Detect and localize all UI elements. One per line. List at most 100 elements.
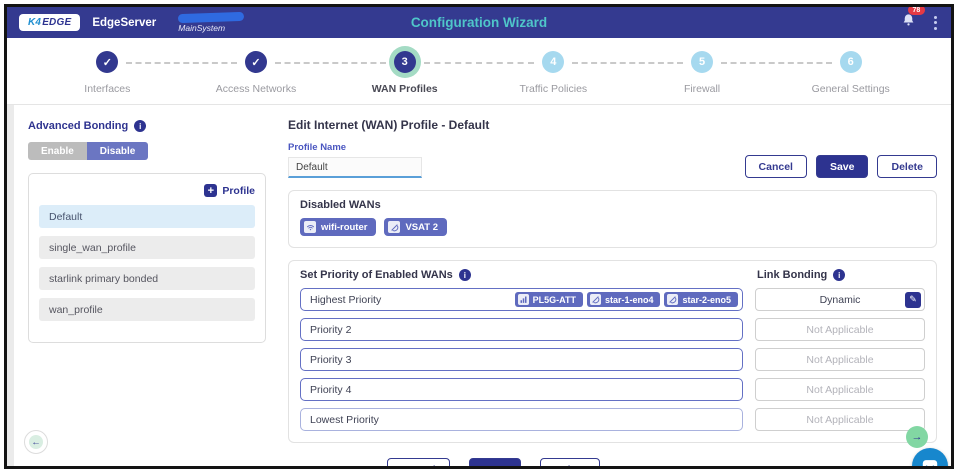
- priority-row-lowest: Lowest Priority Not Applicable: [300, 408, 925, 431]
- step-circle[interactable]: 4: [542, 51, 564, 73]
- bottom-action-buttons: Cancel Save Delete: [288, 458, 937, 469]
- priority-slot-highest[interactable]: Highest Priority PL5G-ATT: [300, 288, 743, 311]
- app-header: K4 EDGE EdgeServer MainSystem Configurat…: [7, 7, 951, 38]
- chip-label: VSAT 2: [405, 222, 438, 233]
- next-step-button[interactable]: →: [906, 426, 928, 448]
- profile-list-card: + Profile Default single_wan_profile sta…: [28, 173, 266, 343]
- profile-item-default[interactable]: Default: [39, 205, 255, 228]
- top-action-buttons: Cancel Save Delete: [745, 155, 937, 178]
- user-block[interactable]: MainSystem: [178, 13, 244, 33]
- chat-bubble-icon: [921, 457, 939, 469]
- step-firewall[interactable]: 5 Firewall: [628, 51, 777, 95]
- enable-button[interactable]: Enable: [28, 142, 87, 160]
- step-circle[interactable]: 6: [840, 51, 862, 73]
- step-circle[interactable]: 5: [691, 51, 713, 73]
- priority-row-3: Priority 3 Not Applicable: [300, 348, 925, 371]
- priority-row-label: Priority 4: [310, 384, 351, 396]
- bonding-value: Not Applicable: [806, 324, 873, 336]
- notification-badge: 78: [908, 5, 925, 15]
- product-name: EdgeServer: [92, 17, 156, 29]
- delete-button[interactable]: Delete: [877, 155, 937, 178]
- profiles-sidebar: Advanced Bonding i Enable Disable + Prof…: [14, 105, 276, 469]
- bonding-value: Not Applicable: [806, 384, 873, 396]
- priority-slot-3[interactable]: Priority 3: [300, 348, 743, 371]
- step-label: WAN Profiles: [372, 83, 438, 95]
- kebab-menu-icon[interactable]: [932, 14, 939, 32]
- link-bonding-value-2: Not Applicable: [755, 318, 925, 341]
- add-profile-button[interactable]: + Profile: [39, 184, 255, 197]
- step-label: General Settings: [812, 83, 890, 95]
- bonding-value: Dynamic: [820, 294, 861, 306]
- priority-row-4: Priority 4 Not Applicable: [300, 378, 925, 401]
- wan-chip-vsat-2[interactable]: VSAT 2: [384, 218, 447, 236]
- chip-label: star-1-eno4: [605, 295, 654, 305]
- satellite-dish-icon: [388, 221, 400, 233]
- priority-slot-2[interactable]: Priority 2: [300, 318, 743, 341]
- disabled-wans-box: Disabled WANs wifi-router VSAT 2: [288, 190, 937, 248]
- step-circle[interactable]: ✓: [245, 51, 267, 73]
- cell-tower-icon: [518, 294, 529, 305]
- priority-row-label: Priority 3: [310, 354, 351, 366]
- brand-logo-k4: K4: [28, 17, 41, 28]
- step-label: Traffic Policies: [520, 83, 588, 95]
- wan-chip-wifi-router[interactable]: wifi-router: [300, 218, 376, 236]
- info-icon[interactable]: i: [134, 120, 146, 132]
- arrow-left-icon: ←: [31, 437, 41, 448]
- advanced-bonding-toggle: Enable Disable: [28, 142, 148, 160]
- header-actions: 78: [901, 12, 939, 33]
- wan-chip-star-1-eno4[interactable]: star-1-eno4: [587, 292, 661, 307]
- profile-item-wan-profile[interactable]: wan_profile: [39, 298, 255, 321]
- step-interfaces[interactable]: ✓ Interfaces: [33, 51, 182, 95]
- arrow-right-icon: →: [912, 431, 923, 443]
- step-label: Interfaces: [84, 83, 130, 95]
- disable-button[interactable]: Disable: [87, 142, 149, 160]
- chip-label: PL5G-ATT: [533, 295, 576, 305]
- profile-item-single-wan[interactable]: single_wan_profile: [39, 236, 255, 259]
- profile-name-label: Profile Name: [288, 142, 937, 153]
- bonding-value: Not Applicable: [806, 414, 873, 426]
- step-circle[interactable]: 3: [394, 51, 416, 73]
- left-scroll-strip: [7, 105, 14, 469]
- priority-slot-4[interactable]: Priority 4: [300, 378, 743, 401]
- step-general-settings[interactable]: 6 General Settings: [776, 51, 925, 95]
- satellite-dish-icon: [667, 294, 678, 305]
- wifi-icon: [304, 221, 316, 233]
- edit-bonding-button[interactable]: ✎: [905, 292, 921, 308]
- step-label: Firewall: [684, 83, 720, 95]
- cancel-button[interactable]: Cancel: [745, 155, 807, 178]
- save-button[interactable]: Save: [816, 155, 869, 178]
- delete-button-bottom[interactable]: Delete: [540, 458, 600, 469]
- disabled-wans-title: Disabled WANs: [300, 199, 925, 211]
- profile-item-starlink[interactable]: starlink primary bonded: [39, 267, 255, 290]
- edit-profile-panel: Edit Internet (WAN) Profile - Default Pr…: [276, 105, 951, 469]
- pencil-icon: ✎: [909, 294, 917, 305]
- step-circle[interactable]: ✓: [96, 51, 118, 73]
- system-name: MainSystem: [178, 23, 244, 33]
- priority-slot-lowest[interactable]: Lowest Priority: [300, 408, 743, 431]
- profile-name-input[interactable]: [288, 157, 422, 178]
- link-bonding-value-4: Not Applicable: [755, 378, 925, 401]
- back-step-button[interactable]: ←: [24, 430, 48, 454]
- brand-logo-edge: EDGE: [42, 17, 71, 28]
- step-traffic-policies[interactable]: 4 Traffic Policies: [479, 51, 628, 95]
- satellite-dish-icon: [590, 294, 601, 305]
- info-icon[interactable]: i: [833, 269, 845, 281]
- plus-icon: +: [204, 184, 217, 197]
- step-wan-profiles[interactable]: 3 WAN Profiles: [330, 51, 479, 95]
- notification-bell-button[interactable]: 78: [901, 12, 916, 33]
- step-access-networks[interactable]: ✓ Access Networks: [182, 51, 331, 95]
- wan-chip-star-2-eno5[interactable]: star-2-eno5: [664, 292, 738, 307]
- wan-chip-pl5g-att[interactable]: PL5G-ATT: [515, 292, 583, 307]
- info-icon[interactable]: i: [459, 269, 471, 281]
- panel-title: Edit Internet (WAN) Profile - Default: [288, 118, 937, 132]
- brand-logo[interactable]: K4 EDGE: [19, 14, 80, 31]
- bonding-value: Not Applicable: [806, 354, 873, 366]
- priority-box: Set Priority of Enabled WANs i Link Bond…: [288, 260, 937, 443]
- app-window: K4 EDGE EdgeServer MainSystem Configurat…: [4, 4, 954, 469]
- wizard-stepper: ✓ Interfaces ✓ Access Networks 3 WAN Pro…: [7, 38, 951, 105]
- cancel-button-bottom[interactable]: Cancel: [387, 458, 449, 469]
- chip-label: star-2-eno5: [682, 295, 731, 305]
- save-button-bottom[interactable]: Save: [469, 458, 522, 469]
- link-bonding-value-highest[interactable]: Dynamic ✎: [755, 288, 925, 311]
- priority-row-highest: Highest Priority PL5G-ATT: [300, 288, 925, 311]
